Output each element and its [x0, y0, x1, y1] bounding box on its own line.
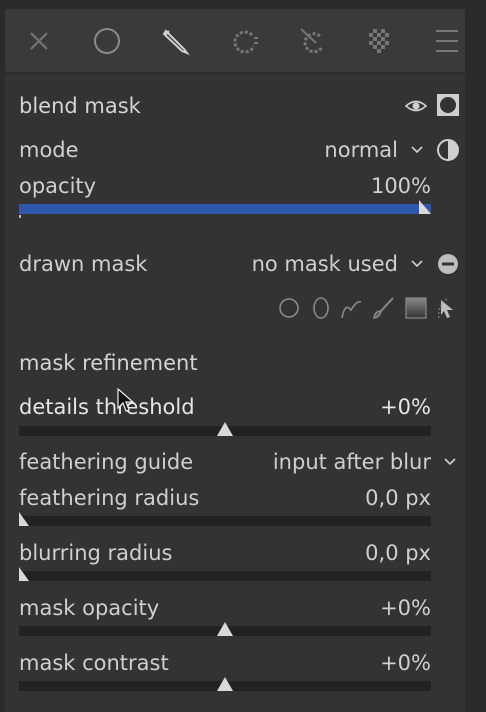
- parametric-icon[interactable]: [227, 23, 263, 59]
- mask-contrast-value: +0%: [380, 651, 431, 675]
- brush-shape-icon[interactable]: [370, 294, 396, 322]
- scrollbar[interactable]: [474, 180, 480, 712]
- opacity-label: opacity: [19, 174, 97, 198]
- mask-contrast-thumb[interactable]: [217, 677, 233, 691]
- raster-icon[interactable]: [361, 23, 397, 59]
- feathering-guide-label: feathering guide: [19, 450, 194, 474]
- edit-shapes-icon[interactable]: [434, 294, 460, 322]
- menu-icon[interactable]: [429, 23, 465, 59]
- blurring-radius-thumb[interactable]: [19, 567, 29, 581]
- opacity-slider-thumb[interactable]: [419, 200, 431, 214]
- opacity-slider[interactable]: [19, 204, 431, 214]
- drawn-parametric-icon[interactable]: [295, 23, 331, 59]
- opacity-slider-fill: [19, 204, 431, 214]
- mouse-cursor-icon: [117, 388, 135, 412]
- blurring-radius-value: 0,0 px: [365, 541, 431, 565]
- mode-value[interactable]: normal: [324, 136, 398, 164]
- ellipse-shape-icon[interactable]: [308, 294, 334, 322]
- feathering-radius-value: 0,0 px: [365, 486, 431, 510]
- mask-contrast-label: mask contrast: [19, 651, 169, 675]
- drawn-mask-label: drawn mask: [19, 252, 148, 276]
- slider-tick: [19, 215, 21, 218]
- feathering-radius-slider[interactable]: [19, 516, 431, 526]
- opacity-value: 100%: [370, 174, 431, 198]
- chevron-down-icon[interactable]: [443, 455, 457, 469]
- blend-mask-title: blend mask: [19, 94, 141, 118]
- details-threshold-label: details threshold: [19, 395, 195, 419]
- drawn-mask-value[interactable]: no mask used: [252, 250, 398, 278]
- circle-icon[interactable]: [89, 23, 125, 59]
- circle-shape-icon[interactable]: [276, 294, 302, 322]
- details-threshold-fill: [19, 426, 225, 436]
- path-shape-icon[interactable]: [338, 294, 364, 322]
- mode-label: mode: [19, 138, 79, 162]
- feathering-guide-value[interactable]: input after blur: [273, 448, 431, 476]
- feathering-radius-label: feathering radius: [19, 486, 200, 510]
- chevron-down-icon[interactable]: [410, 257, 424, 271]
- blurring-radius-slider[interactable]: [19, 571, 431, 581]
- details-threshold-value: +0%: [380, 395, 431, 419]
- mask-opacity-value: +0%: [380, 596, 431, 620]
- close-icon[interactable]: [21, 23, 57, 59]
- mask-mode-toolbar: [5, 9, 465, 72]
- remove-mask-icon[interactable]: [436, 252, 460, 276]
- mask-refinement-title: mask refinement: [19, 351, 198, 375]
- pencil-icon[interactable]: [157, 23, 193, 59]
- blurring-radius-label: blurring radius: [19, 541, 173, 565]
- gradient-shape-icon[interactable]: [403, 294, 429, 322]
- eye-icon[interactable]: [404, 94, 428, 118]
- details-threshold-thumb[interactable]: [217, 422, 233, 436]
- mask-opacity-label: mask opacity: [19, 596, 160, 620]
- mask-opacity-thumb[interactable]: [217, 622, 233, 636]
- mask-display-icon[interactable]: [436, 93, 460, 117]
- feathering-radius-thumb[interactable]: [19, 512, 29, 526]
- chevron-down-icon[interactable]: [410, 143, 424, 157]
- polarity-icon[interactable]: [436, 138, 460, 162]
